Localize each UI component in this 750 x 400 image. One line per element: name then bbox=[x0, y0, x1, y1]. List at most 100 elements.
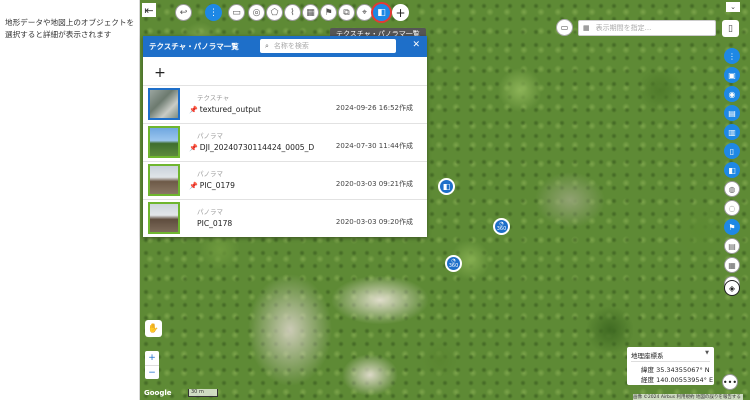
right-info-button[interactable]: ⋮ bbox=[724, 48, 740, 64]
right-layers-button[interactable]: ◈ bbox=[724, 280, 740, 296]
zoom-in-button[interactable]: + bbox=[145, 351, 159, 365]
list-item[interactable]: パノラマ 📌 DJI_20240730114424_0005_D 2024-07-… bbox=[143, 123, 427, 161]
pin-icon: 📌 bbox=[189, 143, 198, 152]
location-icon: ⌖ bbox=[361, 7, 368, 18]
thumbnail-texture bbox=[148, 88, 180, 120]
collapse-button[interactable]: ⌄ bbox=[726, 2, 740, 12]
left-info-panel: 地形データや地図上のオブジェクトを選択すると詳細が表示されます bbox=[0, 0, 140, 400]
pin-icon: 📌 bbox=[189, 105, 198, 114]
panorama-marker[interactable]: ◔ 360 bbox=[493, 218, 510, 235]
coordinate-system-select[interactable]: 地理座標系 bbox=[631, 350, 664, 360]
add-item-button[interactable]: + bbox=[152, 65, 168, 81]
item-kind: パノラマ bbox=[197, 208, 223, 216]
info-icon: ⋮ bbox=[728, 51, 736, 61]
date-range-placeholder: 表示期間を指定... bbox=[595, 24, 652, 32]
item-name: PIC_0178 bbox=[197, 219, 233, 228]
close-icon[interactable]: ✕ bbox=[412, 40, 420, 50]
info-button[interactable]: ⋮ bbox=[205, 4, 222, 21]
right-marker-button[interactable]: ◌ bbox=[724, 200, 740, 216]
list-item[interactable]: パノラマ 📌 PIC_0179 2020-03-03 09:21作成 bbox=[143, 161, 427, 199]
settings-icon: ◎ bbox=[252, 7, 261, 18]
right-layer-button[interactable]: ▣ bbox=[724, 67, 740, 83]
flag-icon: ⚑ bbox=[324, 7, 333, 18]
item-date: 2024-09-26 16:52作成 bbox=[335, 104, 413, 112]
copy-icon: ⧉ bbox=[343, 7, 350, 18]
selection-hint: 地形データや地図上のオブジェクトを選択すると詳細が表示されます bbox=[5, 18, 135, 39]
layers-icon: ◈ bbox=[728, 283, 736, 293]
item-list: テクスチャ 📌 textured_output 2024-09-26 16:52作… bbox=[143, 85, 427, 237]
dropdown-triangle-icon[interactable]: ▼ bbox=[705, 350, 709, 356]
texture-marker[interactable]: ◧ bbox=[438, 178, 455, 195]
document-icon: ▥ bbox=[728, 127, 736, 137]
globe-icon: ◍ bbox=[728, 184, 736, 194]
monitor-button[interactable]: ▭ bbox=[556, 19, 573, 36]
polygon-button[interactable]: ⬠ bbox=[266, 4, 283, 21]
flag-button[interactable]: ⚑ bbox=[320, 4, 337, 21]
right-doc-button[interactable]: ▥ bbox=[724, 124, 740, 140]
map-attribution[interactable]: 画像 ©2024 Airbus 利用規約 地図の誤りを報告する bbox=[633, 394, 743, 400]
more-icon: ••• bbox=[722, 377, 738, 387]
name-search-input[interactable]: ⌕ 名称を検索 bbox=[260, 39, 396, 53]
right-photo-button[interactable]: ▤ bbox=[724, 105, 740, 121]
panorama-marker[interactable]: ◔ 360 bbox=[445, 255, 462, 272]
camera-icon: ◉ bbox=[728, 89, 736, 99]
panel-title: テクスチャ・パノラマ一覧 bbox=[149, 42, 239, 51]
undo-button[interactable]: ↩ bbox=[175, 4, 192, 21]
line-chart-button[interactable]: ⌇ bbox=[284, 4, 301, 21]
thumbnail-panorama bbox=[148, 126, 180, 158]
cube-icon: ◧ bbox=[442, 182, 451, 191]
texture-panorama-button[interactable]: ◧ bbox=[373, 4, 390, 21]
coordinate-box: 地理座標系 ▼ 緯度 35.34355067° N 経度 140.0055395… bbox=[627, 347, 714, 385]
line-chart-icon: ⌇ bbox=[290, 7, 295, 18]
date-range-input[interactable]: ▦ 表示期間を指定... bbox=[578, 20, 716, 36]
panel-header: テクスチャ・パノラマ一覧 ⌕ 名称を検索 ✕ bbox=[143, 36, 427, 57]
search-icon: ⌕ bbox=[265, 41, 269, 50]
polygon-icon: ⬠ bbox=[270, 7, 279, 18]
phone-icon: ▯ bbox=[729, 146, 735, 156]
chevron-down-icon: ⌄ bbox=[730, 3, 736, 11]
back-arrow-icon[interactable]: ⇤ bbox=[142, 3, 156, 17]
measure-icon: ▭ bbox=[232, 7, 241, 18]
item-date: 2020-03-03 09:21作成 bbox=[335, 180, 413, 188]
scale-bar: 30 m bbox=[188, 389, 218, 397]
right-cube-button[interactable]: ◧ bbox=[724, 162, 740, 178]
longitude-value: 経度 140.00553954° E bbox=[641, 376, 714, 384]
list-item[interactable]: パノラマ PIC_0178 2020-03-03 09:20作成 bbox=[143, 199, 427, 237]
monitor-icon: ▭ bbox=[560, 23, 569, 32]
thumbnail-panorama bbox=[148, 202, 180, 234]
add-tool-button[interactable]: + bbox=[392, 4, 409, 21]
location-button[interactable]: ⌖ bbox=[356, 4, 373, 21]
item-kind: テクスチャ bbox=[197, 94, 230, 102]
item-date: 2020-03-03 09:20作成 bbox=[335, 218, 413, 226]
item-name: DJI_20240730114424_0005_D bbox=[199, 143, 315, 152]
settings-button[interactable]: ◎ bbox=[248, 4, 265, 21]
undo-icon: ↩ bbox=[179, 7, 188, 18]
more-options-button[interactable]: ••• bbox=[722, 374, 738, 390]
item-name: textured_output bbox=[199, 105, 261, 114]
texture-icon: ◧ bbox=[377, 7, 386, 18]
texture-panorama-panel: テクスチャ・パノラマ一覧 ⌕ 名称を検索 ✕ + テクスチャ 📌 textured… bbox=[143, 36, 427, 237]
table-icon: ▦ bbox=[728, 260, 736, 270]
frame-icon: ▣ bbox=[728, 70, 736, 80]
panorama-label: 360 bbox=[496, 225, 507, 232]
list-item[interactable]: テクスチャ 📌 textured_output 2024-09-26 16:52作… bbox=[143, 85, 427, 123]
map-button[interactable]: ▦ bbox=[302, 4, 319, 21]
right-table-button[interactable]: ▦ bbox=[724, 257, 740, 273]
zoom-control: + − bbox=[145, 351, 159, 379]
right-panel-button[interactable]: ▤ bbox=[724, 238, 740, 254]
zoom-out-button[interactable]: − bbox=[145, 365, 159, 379]
calendar-icon: ▦ bbox=[583, 24, 590, 32]
info-icon: ⋮ bbox=[209, 7, 218, 18]
book-button[interactable]: ▯ bbox=[722, 20, 739, 37]
hand-icon: ✋ bbox=[147, 323, 160, 334]
pan-hand-button[interactable]: ✋ bbox=[145, 320, 162, 337]
measure-button[interactable]: ▭ bbox=[228, 4, 245, 21]
right-phone-button[interactable]: ▯ bbox=[724, 143, 740, 159]
right-camera-button[interactable]: ◉ bbox=[724, 86, 740, 102]
right-flag-button[interactable]: ⚑ bbox=[724, 219, 740, 235]
right-globe-button[interactable]: ◍ bbox=[724, 181, 740, 197]
name-search-placeholder: 名称を検索 bbox=[273, 42, 309, 50]
panel-icon: ▤ bbox=[728, 241, 736, 251]
copy-button[interactable]: ⧉ bbox=[338, 4, 355, 21]
panorama-label: 360 bbox=[448, 262, 459, 269]
